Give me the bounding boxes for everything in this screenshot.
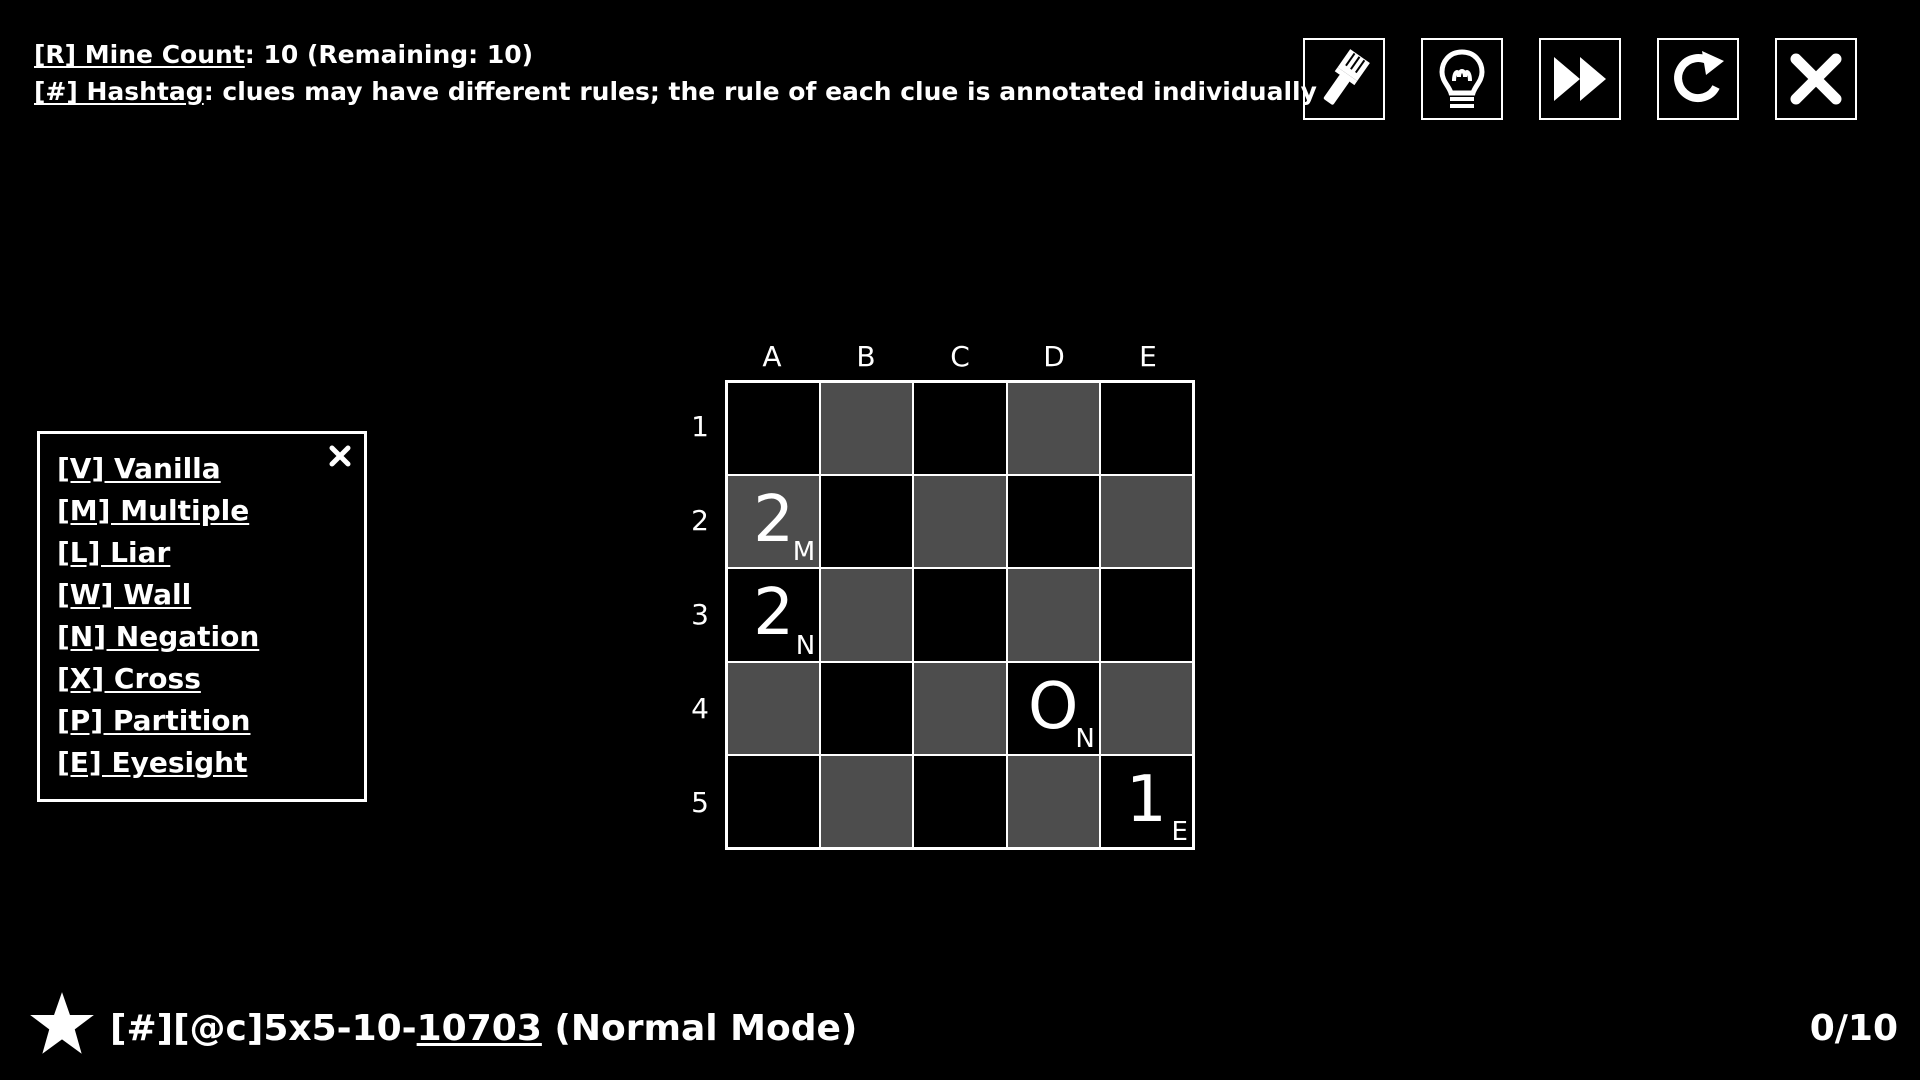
column-label-d: D bbox=[1043, 340, 1065, 373]
lightbulb-icon bbox=[1439, 49, 1485, 108]
row-label-3: 3 bbox=[691, 598, 709, 631]
cell-c3[interactable] bbox=[913, 568, 1007, 662]
star-icon[interactable] bbox=[28, 990, 96, 1058]
rules-panel: [R] Mine Count: 10 (Remaining: 10) [#] H… bbox=[34, 36, 1317, 110]
cell-e2[interactable] bbox=[1099, 475, 1193, 569]
column-label-e: E bbox=[1139, 340, 1157, 373]
puzzle-id-link[interactable]: 10703 bbox=[417, 1008, 542, 1049]
rule-mine-count-link[interactable]: [R] Mine Count bbox=[34, 40, 245, 69]
cell-c1[interactable] bbox=[913, 382, 1007, 476]
row-label-1: 1 bbox=[691, 410, 709, 443]
skip-button[interactable] bbox=[1539, 38, 1621, 120]
rule-legend-panel: [V] Vanilla [M] Multiple [L] Liar [W] Wa… bbox=[37, 431, 367, 802]
clue-rule-tag: E bbox=[1171, 816, 1188, 847]
legend-item-eyesight[interactable]: [E] Eyesight bbox=[57, 742, 364, 784]
row-label-5: 5 bbox=[691, 786, 709, 819]
cell-c5[interactable] bbox=[913, 754, 1007, 848]
cell-d5[interactable] bbox=[1006, 754, 1100, 848]
cell-d2[interactable] bbox=[1006, 475, 1100, 569]
restart-button[interactable] bbox=[1657, 38, 1739, 120]
mine-progress: 0/10 bbox=[1809, 1008, 1898, 1049]
puzzle-board: 2M2N ON1E bbox=[725, 380, 1195, 850]
cell-b5[interactable] bbox=[820, 754, 914, 848]
cell-d3[interactable] bbox=[1006, 568, 1100, 662]
fast-forward-icon bbox=[1554, 57, 1606, 101]
cell-e4[interactable] bbox=[1099, 661, 1193, 755]
rule-mine-count-text: : 10 (Remaining: 10) bbox=[244, 40, 534, 69]
cell-a2[interactable]: 2M bbox=[727, 475, 821, 569]
cell-a5[interactable] bbox=[727, 754, 821, 848]
legend-item-vanilla[interactable]: [V] Vanilla bbox=[57, 448, 364, 490]
legend-item-liar[interactable]: [L] Liar bbox=[57, 532, 364, 574]
cell-b2[interactable] bbox=[820, 475, 914, 569]
clue-rule-tag: N bbox=[795, 630, 816, 661]
puzzle-title: [#][@c]5x5-10-10703 (Normal Mode) bbox=[110, 1008, 857, 1049]
column-label-a: A bbox=[762, 340, 782, 373]
cell-b3[interactable] bbox=[820, 568, 914, 662]
cell-e3[interactable] bbox=[1099, 568, 1193, 662]
close-button[interactable] bbox=[1775, 38, 1857, 120]
cell-e1[interactable] bbox=[1099, 382, 1193, 476]
cell-d1[interactable] bbox=[1006, 382, 1100, 476]
puzzle-title-prefix: [#][@c]5x5-10- bbox=[110, 1008, 417, 1049]
brush-button[interactable] bbox=[1303, 38, 1385, 120]
rule-hashtag-text: : clues may have different rules; the ru… bbox=[203, 77, 1317, 106]
rule-mine-count: [R] Mine Count: 10 (Remaining: 10) bbox=[34, 36, 1317, 73]
close-icon[interactable] bbox=[326, 442, 354, 470]
row-label-2: 2 bbox=[691, 504, 709, 537]
cell-a4[interactable] bbox=[727, 661, 821, 755]
puzzle-mode: (Normal Mode) bbox=[541, 1008, 858, 1049]
toolbar bbox=[1303, 38, 1857, 120]
column-label-b: B bbox=[856, 340, 876, 373]
cell-b4[interactable] bbox=[820, 661, 914, 755]
column-label-c: C bbox=[950, 340, 970, 373]
legend-item-wall[interactable]: [W] Wall bbox=[57, 574, 364, 616]
brush-icon bbox=[1323, 49, 1370, 105]
cell-b1[interactable] bbox=[820, 382, 914, 476]
clue-rule-tag: M bbox=[792, 537, 816, 568]
clue-rule-tag: N bbox=[1075, 723, 1095, 754]
hint-button[interactable] bbox=[1421, 38, 1503, 120]
cell-e5[interactable]: 1E bbox=[1099, 754, 1193, 848]
rule-hashtag-link[interactable]: [#] Hashtag bbox=[34, 77, 204, 106]
cell-d4[interactable]: ON bbox=[1006, 661, 1100, 755]
legend-item-cross[interactable]: [X] Cross bbox=[57, 658, 364, 700]
row-label-4: 4 bbox=[691, 692, 709, 725]
cell-c2[interactable] bbox=[913, 475, 1007, 569]
legend-item-negation[interactable]: [N] Negation bbox=[57, 616, 364, 658]
legend-item-multiple[interactable]: [M] Multiple bbox=[57, 490, 364, 532]
rule-hashtag: [#] Hashtag: clues may have different ru… bbox=[34, 73, 1317, 110]
cell-a3[interactable]: 2N bbox=[727, 568, 821, 662]
legend-item-partition[interactable]: [P] Partition bbox=[57, 700, 364, 742]
cell-a1[interactable] bbox=[727, 382, 821, 476]
cell-c4[interactable] bbox=[913, 661, 1007, 755]
close-icon bbox=[1790, 53, 1842, 105]
restart-icon bbox=[1674, 51, 1724, 103]
